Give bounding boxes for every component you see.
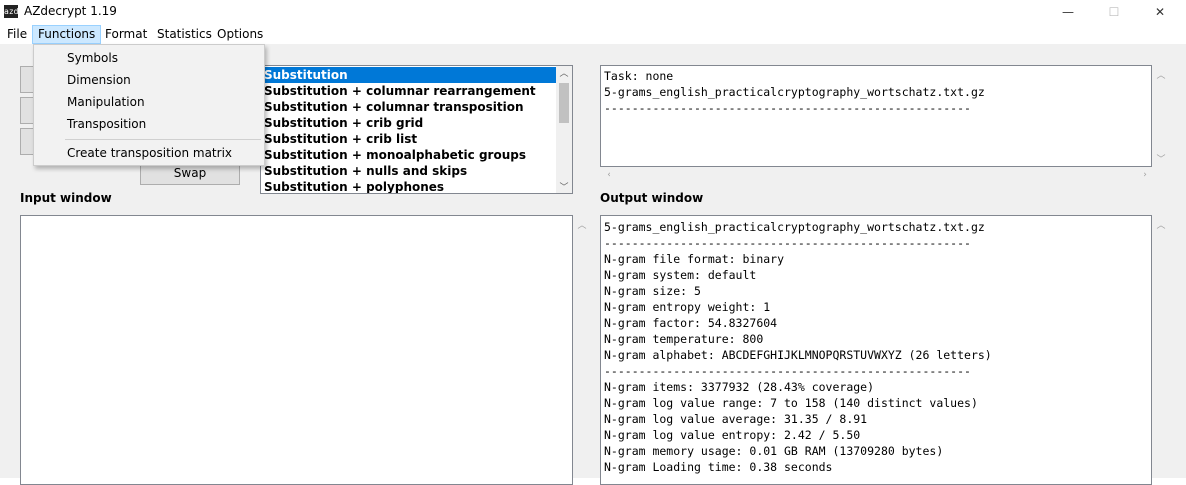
task-scroll-down-icon[interactable]: ﹀ <box>1154 152 1168 165</box>
task-box[interactable]: Task: none 5-grams_english_practicalcryp… <box>600 65 1152 167</box>
input-scroll-up-icon[interactable]: ︿ <box>575 218 589 231</box>
output-line: N-gram alphabet: ABCDEFGHIJKLMNOPQRSTUVW… <box>604 348 992 362</box>
menu-functions[interactable]: Functions <box>32 25 102 44</box>
solver-list-item[interactable]: Substitution + monoalphabetic groups <box>262 147 557 163</box>
solver-list-item[interactable]: Substitution + crib grid <box>262 115 557 131</box>
output-line: N-gram log value entropy: 2.42 / 5.50 <box>604 428 861 442</box>
task-scroll-right-icon[interactable]: › <box>1138 170 1152 180</box>
task-line: Task: none <box>604 69 674 83</box>
maximize-button[interactable]: ☐ <box>1091 0 1137 24</box>
solver-list-item[interactable]: Substitution <box>262 67 557 83</box>
menu-item-dimension[interactable]: Dimension <box>67 70 131 90</box>
scrollbar-thumb[interactable] <box>559 83 569 123</box>
close-button[interactable]: ✕ <box>1137 0 1183 24</box>
menu-file[interactable]: File <box>2 26 32 43</box>
scroll-down-icon[interactable]: ﹀ <box>556 180 572 193</box>
output-line: N-gram entropy weight: 1 <box>604 300 771 314</box>
task-line: 5-grams_english_practicalcryptography_wo… <box>604 85 985 99</box>
task-scroll-left-icon[interactable]: ‹ <box>602 170 616 180</box>
output-line: N-gram memory usage: 0.01 GB RAM (137092… <box>604 444 944 458</box>
menu-item-create-transposition-matrix[interactable]: Create transposition matrix <box>67 143 232 163</box>
solver-list-item[interactable]: Substitution + columnar transposition <box>262 99 557 115</box>
output-line: N-gram temperature: 800 <box>604 332 764 346</box>
functions-menu: Symbols Dimension Manipulation Transposi… <box>33 44 265 166</box>
output-line: N-gram system: default <box>604 268 757 282</box>
menu-statistics[interactable]: Statistics <box>152 26 217 43</box>
output-line: ----------------------------------------… <box>604 364 971 378</box>
menu-options[interactable]: Options <box>212 26 268 43</box>
solver-list-item[interactable]: Substitution + columnar rearrangement <box>262 83 557 99</box>
window-title: AZdecrypt 1.19 <box>24 4 117 18</box>
output-line: N-gram Loading time: 0.38 seconds <box>604 460 833 474</box>
input-window[interactable] <box>20 215 573 485</box>
scroll-up-icon[interactable]: ︿ <box>556 66 572 79</box>
solver-list-item[interactable]: Substitution + nulls and skips <box>262 163 557 179</box>
output-window[interactable]: 5-grams_english_practicalcryptography_wo… <box>600 215 1152 485</box>
output-scroll-up-icon[interactable]: ︿ <box>1154 218 1168 231</box>
menu-format[interactable]: Format <box>100 26 152 43</box>
output-line: 5-grams_english_practicalcryptography_wo… <box>604 220 985 234</box>
solver-list-item[interactable]: Substitution + polyphones <box>262 179 557 193</box>
output-line: N-gram file format: binary <box>604 252 785 266</box>
output-window-label: Output window <box>600 191 704 205</box>
output-line: N-gram factor: 54.8327604 <box>604 316 778 330</box>
solver-list-scrollbar[interactable]: ︿ ﹀ <box>556 66 572 193</box>
menu-separator <box>65 139 261 140</box>
minimize-button[interactable]: — <box>1045 0 1091 24</box>
output-line: ----------------------------------------… <box>604 236 971 250</box>
menu-item-transposition[interactable]: Transposition <box>67 114 146 134</box>
output-line: N-gram log value average: 31.35 / 8.91 <box>604 412 868 426</box>
output-line: N-gram log value range: 7 to 158 (140 di… <box>604 396 978 410</box>
menu-bar: File Functions Format Statistics Options <box>0 24 1186 44</box>
menu-item-symbols[interactable]: Symbols <box>67 48 118 68</box>
task-line: ----------------------------------------… <box>604 101 971 115</box>
solver-list[interactable]: Substitution Substitution + columnar rear… <box>260 65 573 194</box>
solver-list-item[interactable]: Substitution + crib list <box>262 131 557 147</box>
output-line: N-gram items: 3377932 (28.43% coverage) <box>604 380 875 394</box>
input-window-label: Input window <box>20 191 112 205</box>
task-scroll-up-icon[interactable]: ︿ <box>1154 68 1168 81</box>
menu-item-manipulation[interactable]: Manipulation <box>67 92 145 112</box>
app-icon: azd <box>4 5 19 18</box>
title-bar: azd AZdecrypt 1.19 — ☐ ✕ <box>0 0 1186 24</box>
output-line: N-gram size: 5 <box>604 284 701 298</box>
